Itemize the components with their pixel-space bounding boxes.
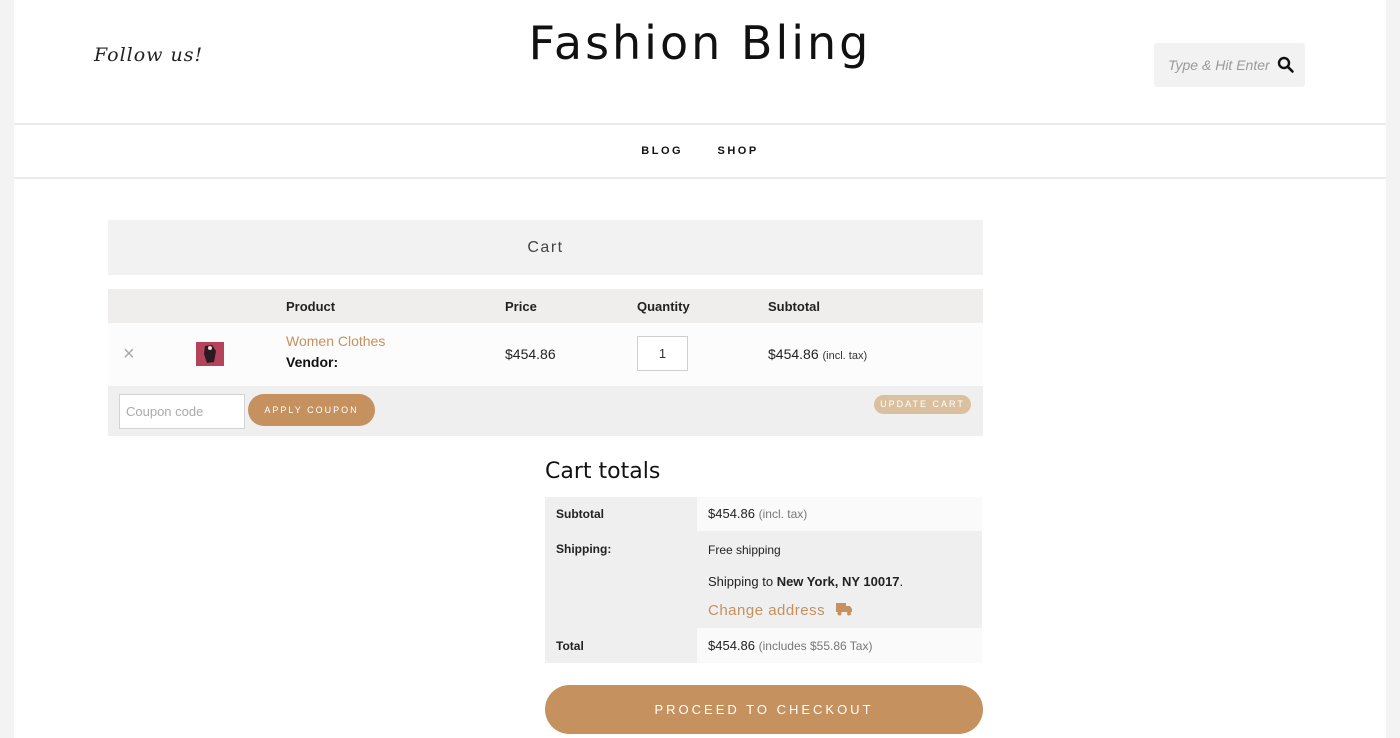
item-subtotal: $454.86 (incl. tax) (768, 346, 867, 362)
update-cart-button[interactable]: UPDATE CART (874, 395, 971, 414)
apply-coupon-button[interactable]: APPLY COUPON (248, 394, 375, 426)
cart-page-title: Cart (108, 220, 983, 275)
totals-subtotal-note: (incl. tax) (758, 507, 808, 521)
quantity-input[interactable] (637, 336, 688, 371)
cart-actions: APPLY COUPON UPDATE CART (108, 386, 983, 436)
product-name-link[interactable]: Women Clothes (286, 333, 385, 349)
cart-item-row: × Women Clothes Vendor: $454.86 $454.86 … (108, 323, 983, 386)
main-nav: BLOG SHOP (14, 123, 1386, 179)
totals-total-amount: $454.86 (includes $55.86 Tax) (708, 638, 872, 653)
cart-table-header: Product Price Quantity Subtotal (108, 289, 983, 323)
shipping-to-prefix: Shipping to (708, 574, 774, 589)
product-thumbnail[interactable] (196, 342, 224, 366)
remove-item-icon[interactable]: × (123, 344, 135, 364)
search-icon[interactable] (1277, 56, 1295, 74)
totals-total-label: Total (556, 639, 584, 653)
column-subtotal: Subtotal (768, 299, 820, 314)
cart-totals-title: Cart totals (545, 459, 661, 484)
vendor-label: Vendor: (286, 354, 339, 370)
coupon-code-input[interactable] (119, 394, 245, 429)
search-input[interactable] (1154, 43, 1274, 87)
proceed-to-checkout-button[interactable]: PROCEED TO CHECKOUT (545, 685, 983, 734)
totals-shipping-label: Shipping: (556, 542, 612, 556)
totals-subtotal-row: Subtotal $454.86 (incl. tax) (545, 497, 982, 531)
totals-total-value: $454.86 (708, 638, 755, 653)
item-price: $454.86 (505, 346, 556, 362)
nav-item-shop[interactable]: SHOP (718, 125, 759, 177)
column-product: Product (286, 299, 336, 314)
shipping-destination: New York, NY 10017 (776, 574, 900, 589)
totals-total-row: Total $454.86 (includes $55.86 Tax) (545, 628, 982, 663)
totals-subtotal-value: $454.86 (708, 506, 755, 521)
search-box (1154, 43, 1305, 87)
totals-shipping-row: Shipping: Free shipping Shipping to New … (545, 531, 982, 628)
site-header: Follow us! Fashion Bling (14, 0, 1386, 123)
nav-item-blog[interactable]: BLOG (641, 125, 683, 177)
change-address-link[interactable]: Change address (708, 602, 854, 619)
column-price: Price (505, 299, 537, 314)
totals-subtotal-amount: $454.86 (incl. tax) (708, 506, 807, 521)
shipping-method: Free shipping (708, 543, 781, 557)
shipping-destination-text: Shipping to New York, NY 10017. (708, 574, 904, 589)
page: Follow us! Fashion Bling BLOG SHOP Cart … (14, 0, 1386, 738)
totals-total-note: (includes $55.86 Tax) (758, 639, 873, 653)
item-subtotal-note: (incl. tax) (822, 350, 868, 362)
column-quantity: Quantity (637, 299, 690, 314)
truck-icon (835, 603, 852, 616)
item-subtotal-value: $454.86 (768, 346, 819, 362)
totals-subtotal-label: Subtotal (556, 507, 604, 521)
